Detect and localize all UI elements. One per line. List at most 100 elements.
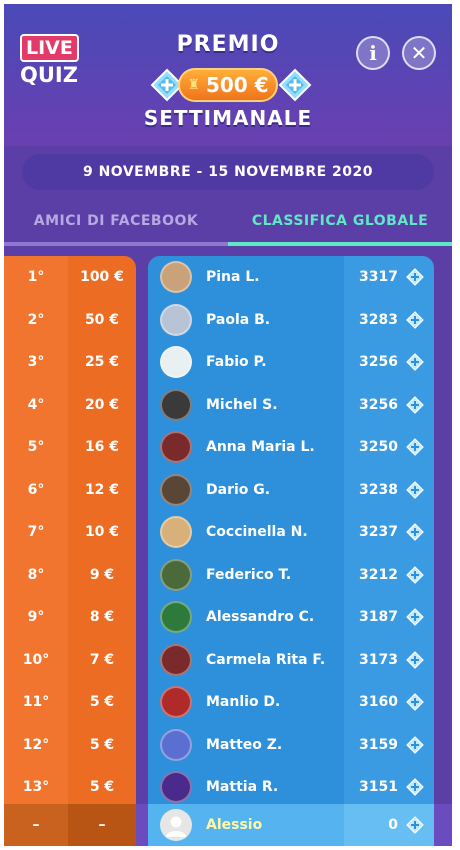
rank-label: 7° (4, 511, 68, 554)
diamond-icon (406, 353, 424, 372)
app-frame: LIVE QUIZ PREMIO ♜ 500 € SETTIMANALE i ✕… (4, 4, 452, 846)
tab-facebook-friends[interactable]: AMICI DI FACEBOOK (4, 200, 228, 246)
prize-row: 7° 10 € (4, 511, 136, 554)
player-score: 3151 (359, 779, 398, 796)
dog-avatar (160, 431, 192, 464)
player-name: Coccinella N. (206, 524, 308, 541)
diamond-icon (406, 608, 424, 627)
prize-column: 1° 100 € 2° 50 € 3° 25 € 4° 20 € 5° 16 € 6° 12… (4, 256, 136, 804)
person-icon (166, 816, 186, 837)
prize-value: 16 € (68, 426, 136, 469)
rank-label: 4° (4, 383, 68, 426)
current-user-row: – – Alessio 0 (4, 804, 452, 846)
leaderboard-row[interactable]: Federico T. 3212 (148, 553, 434, 596)
default-avatar (160, 809, 192, 841)
diamond-icon (406, 735, 424, 754)
diamond-icon (406, 395, 424, 414)
leaderboard-row[interactable]: Anna Maria L. 3250 (148, 426, 434, 469)
photo-avatar (160, 303, 192, 336)
diamond-icon (278, 68, 312, 102)
rank-label: 8° (4, 553, 68, 596)
leaderboard-list[interactable]: Pina L. 3317 Paola B. 3283 Fabio P. 3256 Miche… (148, 256, 434, 804)
leaderboard-row[interactable]: Fabio P. 3256 (148, 341, 434, 384)
leaderboard-row[interactable]: Coccinella N. 3237 (148, 511, 434, 554)
leaderboard-row[interactable]: Pina L. 3317 (148, 256, 434, 299)
bitmoji-avatar (160, 346, 192, 379)
player-name: Pina L. (206, 269, 260, 286)
prize-row: 2° 50 € (4, 298, 136, 341)
prize-row: 3° 25 € (4, 341, 136, 384)
dog-avatar (160, 643, 192, 676)
current-user-entry[interactable]: Alessio 0 (148, 804, 434, 846)
leaderboard-row[interactable]: Carmela Rita F. 3173 (148, 638, 434, 681)
prize-row: 4° 20 € (4, 383, 136, 426)
player-name: Dario G. (206, 481, 271, 498)
prize-value: 12 € (68, 468, 136, 511)
player-name: Mattia R. (206, 779, 279, 796)
player-name: Matteo Z. (206, 736, 283, 753)
diamond-icon (406, 438, 424, 457)
prize-value: 7 € (68, 638, 136, 681)
player-score: 3283 (359, 311, 398, 328)
leaderboard-row[interactable]: Michel S. 3256 (148, 383, 434, 426)
leaderboard-row[interactable]: Dario G. 3238 (148, 468, 434, 511)
player-score: 3173 (359, 651, 398, 668)
leaderboard-row[interactable]: Alessandro C. 3187 (148, 596, 434, 639)
dog-photo-avatar (160, 516, 192, 549)
player-score: 3187 (359, 609, 398, 626)
prize-row: 8° 9 € (4, 553, 136, 596)
loading-avatar (160, 728, 192, 761)
rank-label: 6° (4, 468, 68, 511)
rank-label: 11° (4, 681, 68, 724)
hamster-avatar (160, 686, 192, 719)
leaderboard-row[interactable]: Paola B. 3283 (148, 298, 434, 341)
prize-amount: 500 € (205, 73, 269, 97)
player-score: 3238 (359, 481, 398, 498)
leaderboard-row[interactable]: Manlio D. 3160 (148, 681, 434, 724)
diamond-icon (406, 693, 424, 712)
player-name: Michel S. (206, 396, 278, 413)
prize-value: 8 € (68, 596, 136, 639)
info-button[interactable]: i (356, 36, 390, 70)
diamond-icon (406, 816, 424, 834)
player-name: Anna Maria L. (206, 439, 315, 456)
prize-row: 6° 12 € (4, 468, 136, 511)
player-score: 3212 (359, 566, 398, 583)
current-user-prize: – (68, 804, 136, 846)
player-name: Fabio P. (206, 354, 267, 371)
player-name: Manlio D. (206, 694, 281, 711)
photo-avatar (160, 388, 192, 421)
player-score: 3250 (359, 439, 398, 456)
leaderboard-row[interactable]: Mattia R. 3151 (148, 766, 434, 804)
player-score: 3160 (359, 694, 398, 711)
date-range: 9 NOVEMBRE - 15 NOVEMBRE 2020 (22, 154, 434, 190)
player-name: Carmela Rita F. (206, 651, 326, 668)
prize-value: 5 € (68, 723, 136, 766)
prize-value: 5 € (68, 766, 136, 804)
player-name: Federico T. (206, 566, 292, 583)
space-invader-avatar (160, 771, 192, 804)
player-score: 3256 (359, 396, 398, 413)
player-score: 3256 (359, 354, 398, 371)
player-score: 3159 (359, 736, 398, 753)
tab-global-ranking[interactable]: CLASSIFICA GLOBALE (228, 200, 452, 246)
rank-label: 13° (4, 766, 68, 804)
tab-bar: AMICI DI FACEBOOK CLASSIFICA GLOBALE (4, 200, 452, 246)
prize-value: 20 € (68, 383, 136, 426)
diamond-icon (406, 650, 424, 669)
rank-label: 12° (4, 723, 68, 766)
prize-value: 100 € (68, 256, 136, 299)
player-score: 3317 (359, 269, 398, 286)
leaderboard-row[interactable]: Matteo Z. 3159 (148, 723, 434, 766)
prize-row: 1° 100 € (4, 256, 136, 299)
close-button[interactable]: ✕ (402, 36, 436, 70)
diamond-icon (406, 778, 424, 797)
rank-label: 5° (4, 426, 68, 469)
rank-label: 10° (4, 638, 68, 681)
weekly-prize-pill: ♜ 500 € (178, 68, 278, 102)
diamond-icon (406, 480, 424, 499)
prize-value: 5 € (68, 681, 136, 724)
rank-label: 9° (4, 596, 68, 639)
prize-row: 12° 5 € (4, 723, 136, 766)
prize-row: 9° 8 € (4, 596, 136, 639)
